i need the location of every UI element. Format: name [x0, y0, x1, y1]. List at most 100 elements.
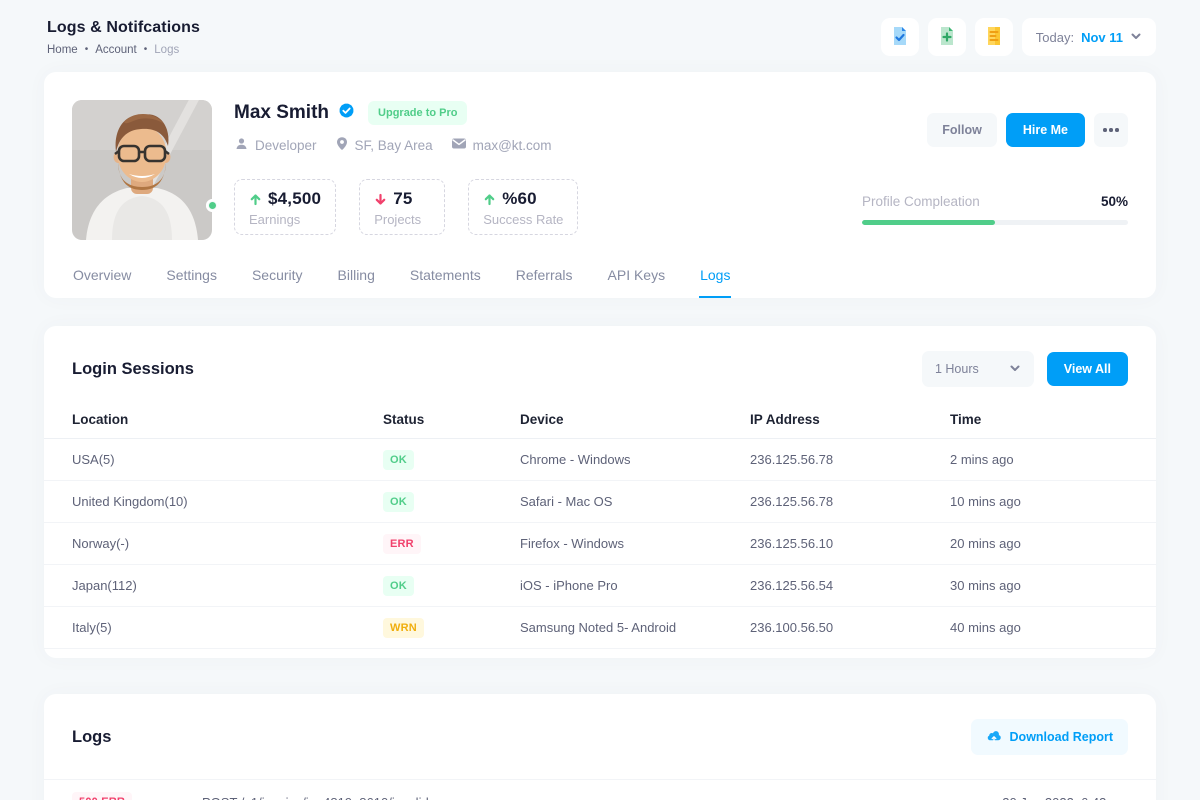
cell-time: 2 mins ago	[950, 452, 1128, 467]
sessions-filter-value: 1 Hours	[935, 362, 979, 376]
tab-security[interactable]: Security	[251, 257, 304, 298]
profile-name[interactable]: Max Smith	[234, 102, 329, 124]
stat-label: Success Rate	[483, 212, 563, 227]
stat-earnings: $4,500 Earnings	[234, 179, 336, 235]
tab-statements[interactable]: Statements	[409, 257, 482, 298]
download-report-button[interactable]: Download Report	[971, 719, 1128, 755]
cell-ip: 236.125.56.78	[750, 494, 950, 509]
breadcrumb-home[interactable]: Home	[47, 44, 78, 56]
cell-ip: 236.125.56.10	[750, 536, 950, 551]
profile-header: Max Smith Upgrade to Pro	[72, 100, 1128, 240]
name-row: Max Smith Upgrade to Pro	[234, 101, 862, 125]
logs-header: Logs Download Report	[44, 719, 1156, 755]
logs-table: 500 ERR POST /v1/invoice/in_4819_8610/in…	[44, 779, 1156, 800]
file-plus-button[interactable]	[928, 18, 966, 56]
profile-location[interactable]: SF, Bay Area	[335, 136, 433, 154]
page-title: Logs & Notifcations	[47, 19, 200, 37]
table-row: United Kingdom(10) OK Safari - Mac OS 23…	[44, 481, 1156, 523]
status-badge: OK	[383, 450, 414, 470]
completion-value: 50%	[1101, 194, 1128, 209]
login-sessions-card: Login Sessions 1 Hours View All Location…	[44, 326, 1156, 658]
table-header-row: Location Status Device IP Address Time	[44, 401, 1156, 439]
location-label: SF, Bay Area	[355, 138, 433, 153]
cell-location: Italy(5)	[72, 620, 383, 635]
completion-progress-bar	[862, 220, 1128, 225]
topbar: Logs & Notifcations Home • Account • Log…	[0, 0, 1200, 72]
log-code-badge: 500 ERR	[72, 792, 132, 800]
column-device: Device	[520, 412, 750, 427]
completion-progress-fill	[862, 220, 995, 225]
online-status-dot	[206, 199, 219, 212]
logs-title: Logs	[72, 728, 111, 747]
profile-completion: Profile Compleation 50%	[862, 194, 1128, 225]
file-plus-icon	[936, 25, 958, 50]
profile-card: Max Smith Upgrade to Pro	[44, 72, 1156, 298]
cell-location: United Kingdom(10)	[72, 494, 383, 509]
breadcrumb-account[interactable]: Account	[95, 44, 137, 56]
column-status: Status	[383, 412, 520, 427]
sessions-table: Location Status Device IP Address Time U…	[44, 401, 1156, 649]
download-report-label: Download Report	[1010, 730, 1113, 744]
profile-actions: Follow Hire Me	[862, 113, 1128, 147]
column-time: Time	[950, 412, 1128, 427]
cell-device: iOS - iPhone Pro	[520, 578, 750, 593]
envelope-icon	[451, 137, 467, 153]
stat-label: Earnings	[249, 212, 321, 227]
tab-settings[interactable]: Settings	[165, 257, 218, 298]
more-options-button[interactable]	[1094, 113, 1128, 147]
table-row: Norway(-) ERR Firefox - Windows 236.125.…	[44, 523, 1156, 565]
verified-badge-icon	[337, 101, 356, 125]
tab-logs[interactable]: Logs	[699, 257, 731, 298]
cell-device: Chrome - Windows	[520, 452, 750, 467]
breadcrumb-separator: •	[85, 44, 89, 55]
stat-value: 75	[393, 189, 412, 209]
cell-time: 30 mins ago	[950, 578, 1128, 593]
table-row: USA(5) OK Chrome - Windows 236.125.56.78…	[44, 439, 1156, 481]
profile-info: Max Smith Upgrade to Pro	[234, 100, 862, 240]
tab-referrals[interactable]: Referrals	[515, 257, 574, 298]
upgrade-to-pro-badge[interactable]: Upgrade to Pro	[368, 101, 467, 125]
breadcrumb-separator: •	[144, 44, 148, 55]
tab-billing[interactable]: Billing	[337, 257, 376, 298]
avatar	[72, 100, 212, 240]
cell-ip: 236.125.56.54	[750, 578, 950, 593]
profile-right-panel: Follow Hire Me Profile Compleation 50%	[862, 100, 1128, 240]
log-message: POST /v1/invoice/in_4819_8610/invalid	[202, 795, 928, 800]
status-badge: OK	[383, 492, 414, 512]
topbar-actions: Today: Nov 11	[881, 18, 1156, 56]
status-badge: OK	[383, 576, 414, 596]
status-badge: ERR	[383, 534, 421, 554]
date-value: Nov 11	[1081, 30, 1123, 45]
avatar-image	[72, 100, 212, 240]
completion-label: Profile Compleation	[862, 194, 980, 209]
sessions-filter-select[interactable]: 1 Hours	[922, 351, 1034, 387]
trend-up-icon	[249, 193, 262, 206]
tab-overview[interactable]: Overview	[72, 257, 132, 298]
file-lines-button[interactable]	[975, 18, 1013, 56]
chevron-down-icon	[1009, 362, 1021, 377]
date-picker[interactable]: Today: Nov 11	[1022, 18, 1156, 56]
column-ip-address: IP Address	[750, 412, 950, 427]
view-all-button[interactable]: View All	[1047, 352, 1128, 386]
sessions-actions: 1 Hours View All	[922, 351, 1128, 387]
profile-meta-row: Developer SF, Bay Area max@kt.com	[234, 136, 862, 154]
profile-role[interactable]: Developer	[234, 136, 317, 154]
cell-device: Safari - Mac OS	[520, 494, 750, 509]
cell-time: 10 mins ago	[950, 494, 1128, 509]
ellipsis-icon	[1103, 128, 1119, 132]
cell-time: 20 mins ago	[950, 536, 1128, 551]
hire-me-button[interactable]: Hire Me	[1006, 113, 1085, 147]
breadcrumb-logs: Logs	[154, 44, 179, 56]
breadcrumb: Home • Account • Logs	[47, 44, 200, 56]
topbar-left: Logs & Notifcations Home • Account • Log…	[47, 19, 200, 56]
tab-api-keys[interactable]: API Keys	[607, 257, 667, 298]
trend-down-icon	[374, 193, 387, 206]
table-row: Italy(5) WRN Samsung Noted 5- Android 23…	[44, 607, 1156, 649]
profile-email[interactable]: max@kt.com	[451, 137, 552, 153]
file-check-button[interactable]	[881, 18, 919, 56]
stat-projects: 75 Projects	[359, 179, 445, 235]
date-label: Today:	[1036, 30, 1074, 45]
sessions-header: Login Sessions 1 Hours View All	[44, 351, 1156, 387]
follow-button[interactable]: Follow	[927, 113, 997, 147]
file-lines-icon	[983, 25, 1005, 50]
